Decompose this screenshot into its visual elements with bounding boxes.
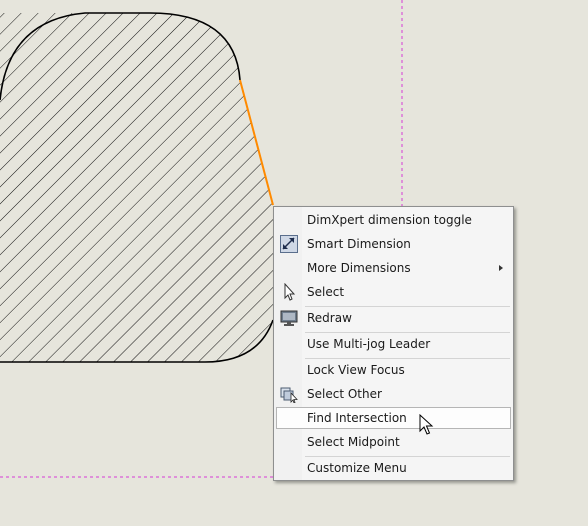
smart-dimension-icon [280,235,298,253]
submenu-arrow-icon [499,265,503,271]
menu-item-label: Select Other [307,387,382,401]
menu-item-lock-view-focus[interactable]: Lock View Focus [276,359,511,381]
menu-item-label: Lock View Focus [307,363,405,377]
menu-item-customize-menu[interactable]: Customize Menu [276,457,511,479]
menu-item-select-other[interactable]: Select Other [276,383,511,405]
menu-item-label: Redraw [307,311,352,325]
menu-item-select-midpoint[interactable]: Select Midpoint [276,431,511,453]
select-other-icon [280,385,298,404]
menu-item-label: Select Midpoint [307,435,400,449]
redraw-icon [280,309,298,327]
menu-item-dimxpert-toggle[interactable]: DimXpert dimension toggle [276,209,511,231]
menu-item-select[interactable]: Select [276,281,511,303]
menu-item-label: Find Intersection [307,411,407,425]
menu-item-label: Customize Menu [307,461,407,475]
menu-item-multi-jog-leader[interactable]: Use Multi-jog Leader [276,333,511,355]
menu-item-label: DimXpert dimension toggle [307,213,472,227]
menu-item-find-intersection[interactable]: Find Intersection [276,407,511,429]
menu-item-label: Use Multi-jog Leader [307,337,431,351]
menu-item-label: More Dimensions [307,261,411,275]
menu-item-redraw[interactable]: Redraw [276,307,511,329]
menu-item-label: Smart Dimension [307,237,411,251]
mouse-cursor-icon [419,414,434,435]
context-menu: DimXpert dimension toggle Smart Dimensio… [273,206,514,481]
menu-item-more-dimensions[interactable]: More Dimensions [276,257,511,279]
menu-item-label: Select [307,285,345,299]
section-hatch-fill [0,13,273,362]
menu-item-smart-dimension[interactable]: Smart Dimension [276,233,511,255]
pointer-icon [280,282,298,301]
